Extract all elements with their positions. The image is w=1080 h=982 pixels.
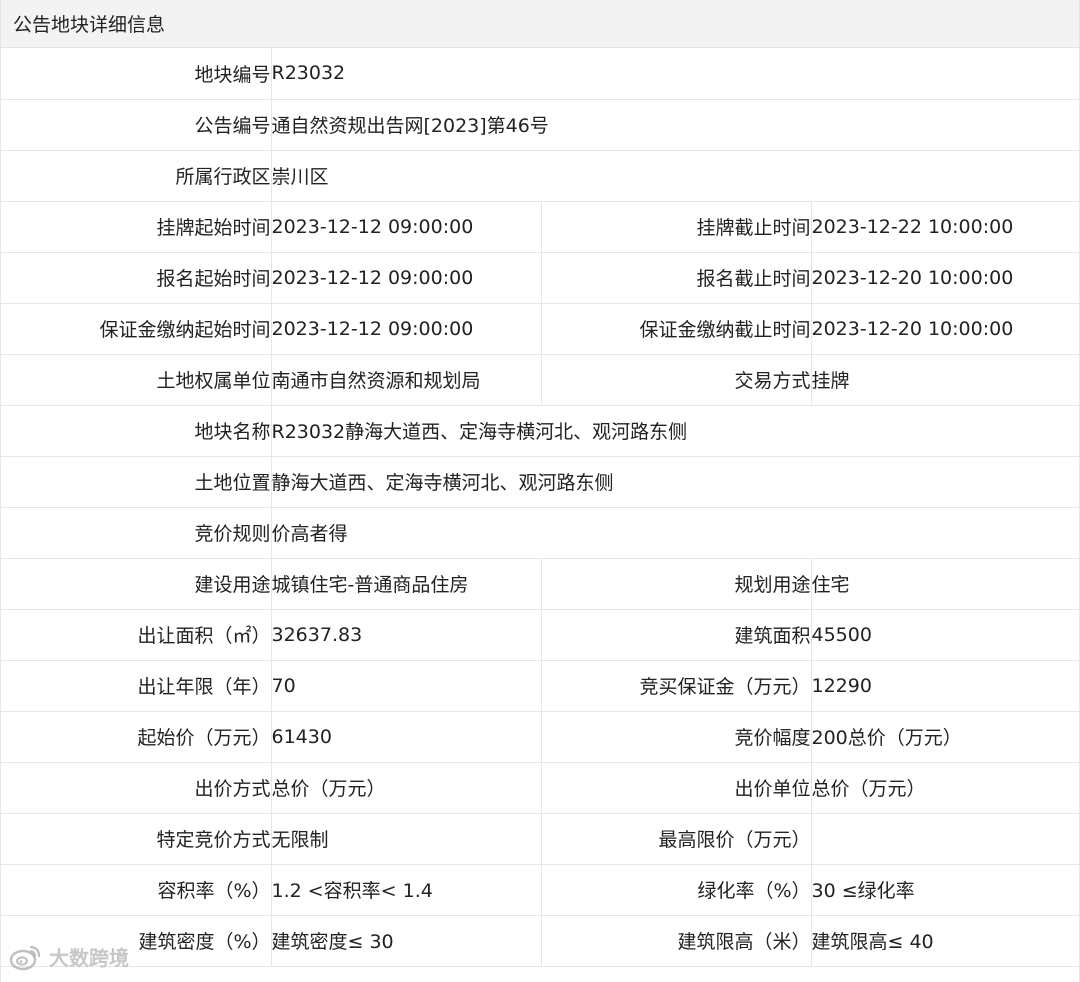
field-value: 2023-12-22 10:00:00 xyxy=(811,201,1080,253)
field-label: 挂牌起始时间 xyxy=(1,201,272,253)
field-label: 所属行政区 xyxy=(1,150,272,202)
field-label: 土地位置 xyxy=(1,456,272,508)
field-value: 12290 xyxy=(811,660,1080,712)
field-label: 地块名称 xyxy=(1,405,272,457)
field-value: 2023-12-12 09:00:00 xyxy=(271,201,542,253)
panel-title: 公告地块详细信息 xyxy=(1,0,1079,48)
field-value xyxy=(811,813,1080,865)
field-label: 建设用途 xyxy=(1,558,272,610)
row-bid-method: 出价方式 总价（万元） 出价单位 总价（万元） xyxy=(1,762,1080,814)
row-land-use: 建设用途 城镇住宅-普通商品住房 规划用途 住宅 xyxy=(1,558,1080,610)
field-label: 保证金缴纳起始时间 xyxy=(1,303,272,355)
field-label: 特定竞价方式 xyxy=(1,813,272,865)
field-value: 总价（万元） xyxy=(271,762,542,814)
row-starting-price: 起始价（万元） 61430 竞价幅度 200总价（万元） xyxy=(1,711,1080,763)
field-value: 南通市自然资源和规划局 xyxy=(271,354,542,406)
row-parcel-number: 地块编号 R23032 xyxy=(1,48,1080,100)
field-value: 通自然资规出告网[2023]第46号 xyxy=(271,99,1080,151)
field-label: 出让年限（年） xyxy=(1,660,272,712)
field-label: 竞买保证金（万元） xyxy=(541,660,812,712)
field-label: 建筑面积 xyxy=(541,609,812,661)
field-label: 出价单位 xyxy=(541,762,812,814)
row-registration-time: 报名起始时间 2023-12-12 09:00:00 报名截止时间 2023-1… xyxy=(1,252,1080,304)
field-label: 报名起始时间 xyxy=(1,252,272,304)
field-value: 建筑限高≤ 40 xyxy=(811,915,1080,967)
field-value: 住宅 xyxy=(811,558,1080,610)
field-value: 200总价（万元） xyxy=(811,711,1080,763)
field-value: R23032静海大道西、定海寺横河北、观河路东侧 xyxy=(271,405,1080,457)
field-value: 2023-12-12 09:00:00 xyxy=(271,252,542,304)
field-label: 出价方式 xyxy=(1,762,272,814)
field-value: 崇川区 xyxy=(271,150,1080,202)
parcel-info-table: 地块编号 R23032 公告编号 通自然资规出告网[2023]第46号 所属行政… xyxy=(1,48,1080,967)
field-label: 竞价幅度 xyxy=(541,711,812,763)
field-value: 30 ≤绿化率 xyxy=(811,864,1080,916)
field-label: 公告编号 xyxy=(1,99,272,151)
field-value: 总价（万元） xyxy=(811,762,1080,814)
row-parcel-name: 地块名称 R23032静海大道西、定海寺横河北、观河路东侧 xyxy=(1,405,1080,457)
field-value: 45500 xyxy=(811,609,1080,661)
field-value: 32637.83 xyxy=(271,609,542,661)
field-value: 无限制 xyxy=(271,813,542,865)
field-label: 报名截止时间 xyxy=(541,252,812,304)
field-label: 绿化率（%） xyxy=(541,864,812,916)
field-value: 70 xyxy=(271,660,542,712)
row-notice-number: 公告编号 通自然资规出告网[2023]第46号 xyxy=(1,99,1080,151)
field-value: R23032 xyxy=(271,48,1080,100)
field-label: 规划用途 xyxy=(541,558,812,610)
row-bidding-rule: 竞价规则 价高者得 xyxy=(1,507,1080,559)
field-label: 竞价规则 xyxy=(1,507,272,559)
field-label: 建筑密度（%） xyxy=(1,915,272,967)
field-label: 起始价（万元） xyxy=(1,711,272,763)
row-deposit-time: 保证金缴纳起始时间 2023-12-12 09:00:00 保证金缴纳截止时间 … xyxy=(1,303,1080,355)
field-value: 城镇住宅-普通商品住房 xyxy=(271,558,542,610)
field-value: 1.2 <容积率< 1.4 xyxy=(271,864,542,916)
parcel-detail-panel: 公告地块详细信息 地块编号 R23032 公告编号 通自然资规出告网[2023]… xyxy=(0,0,1080,982)
field-value: 挂牌 xyxy=(811,354,1080,406)
row-density-height: 建筑密度（%） 建筑密度≤ 30 建筑限高（米） 建筑限高≤ 40 xyxy=(1,915,1080,967)
field-label: 地块编号 xyxy=(1,48,272,100)
row-special-bidding: 特定竞价方式 无限制 最高限价（万元） xyxy=(1,813,1080,865)
field-label: 交易方式 xyxy=(541,354,812,406)
field-label: 容积率（%） xyxy=(1,864,272,916)
field-value: 建筑密度≤ 30 xyxy=(271,915,542,967)
field-label: 出让面积（㎡） xyxy=(1,609,272,661)
field-value: 2023-12-20 10:00:00 xyxy=(811,252,1080,304)
row-area: 出让面积（㎡） 32637.83 建筑面积 45500 xyxy=(1,609,1080,661)
field-value: 2023-12-20 10:00:00 xyxy=(811,303,1080,355)
row-district: 所属行政区 崇川区 xyxy=(1,150,1080,202)
field-label: 保证金缴纳截止时间 xyxy=(541,303,812,355)
field-value: 价高者得 xyxy=(271,507,1080,559)
field-value: 2023-12-12 09:00:00 xyxy=(271,303,542,355)
row-land-location: 土地位置 静海大道西、定海寺横河北、观河路东侧 xyxy=(1,456,1080,508)
field-label: 土地权属单位 xyxy=(1,354,272,406)
field-value: 静海大道西、定海寺横河北、观河路东侧 xyxy=(271,456,1080,508)
row-listing-time: 挂牌起始时间 2023-12-12 09:00:00 挂牌截止时间 2023-1… xyxy=(1,201,1080,253)
field-label: 挂牌截止时间 xyxy=(541,201,812,253)
field-value: 61430 xyxy=(271,711,542,763)
field-label: 建筑限高（米） xyxy=(541,915,812,967)
row-term-and-deposit: 出让年限（年） 70 竞买保证金（万元） 12290 xyxy=(1,660,1080,712)
row-owner-and-method: 土地权属单位 南通市自然资源和规划局 交易方式 挂牌 xyxy=(1,354,1080,406)
field-label: 最高限价（万元） xyxy=(541,813,812,865)
row-plot-ratio: 容积率（%） 1.2 <容积率< 1.4 绿化率（%） 30 ≤绿化率 xyxy=(1,864,1080,916)
